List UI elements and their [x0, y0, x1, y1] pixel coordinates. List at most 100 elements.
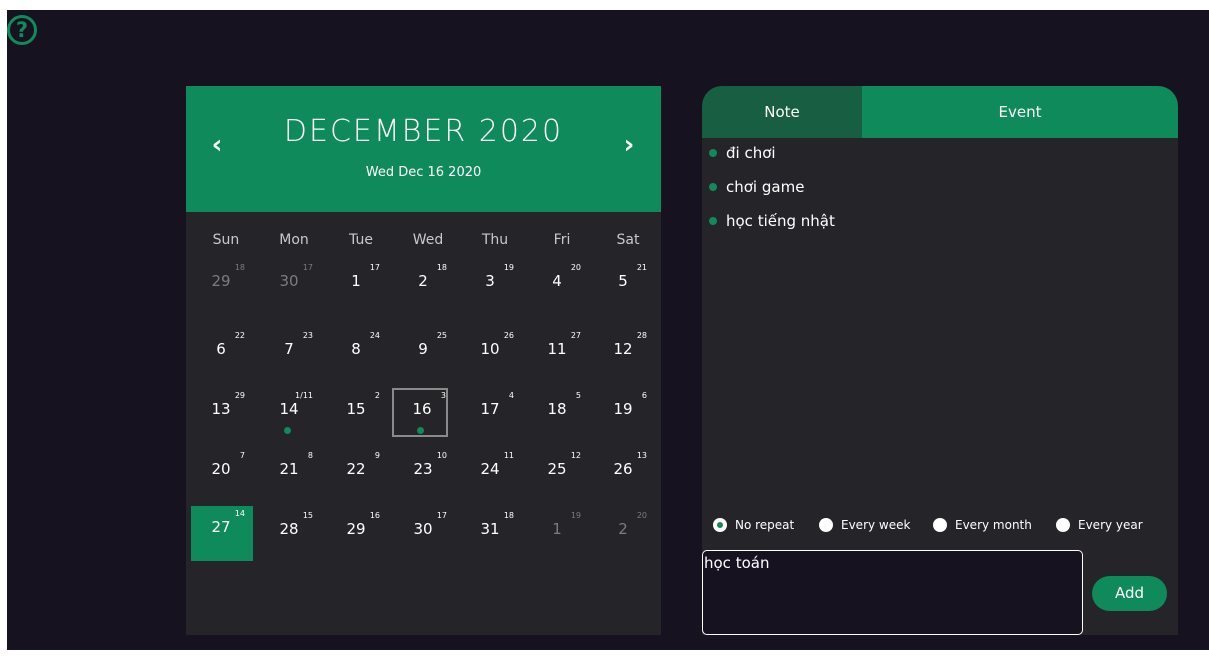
calendar-day[interactable]: 24 11 — [460, 448, 522, 498]
lunar-date: 6 — [641, 391, 647, 400]
calendar-day[interactable]: 26 13 — [593, 448, 655, 498]
calendar-day[interactable]: 1 17 — [326, 260, 388, 310]
calendar-day[interactable]: 10 26 — [460, 328, 522, 378]
lunar-date: 14 — [234, 509, 245, 518]
calendar: ‹ DECEMBER 2020 Wed Dec 16 2020 › Sun Mon… — [186, 86, 661, 635]
calendar-day[interactable]: 25 12 — [527, 448, 589, 498]
lunar-date: 20 — [570, 263, 581, 272]
calendar-day[interactable]: 28 15 — [259, 508, 321, 558]
month-title: DECEMBER 2020 — [283, 114, 564, 149]
event-text: chơi game — [726, 178, 805, 196]
lunar-date: 28 — [636, 331, 647, 340]
lunar-date: 27 — [570, 331, 581, 340]
lunar-date: 23 — [302, 331, 313, 340]
repeat-option-label: No repeat — [735, 518, 795, 532]
add-button[interactable]: Add — [1092, 576, 1167, 611]
tab-note[interactable]: Note — [702, 86, 862, 138]
event-text: học tiếng nhật — [726, 212, 835, 230]
calendar-day[interactable]: 23 10 — [393, 448, 455, 498]
calendar-day[interactable]: 31 18 — [460, 508, 522, 558]
lunar-date: 1/11 — [295, 391, 313, 400]
calendar-day[interactable]: 13 29 — [191, 388, 253, 438]
calendar-day[interactable]: 22 9 — [326, 448, 388, 498]
calendar-day[interactable]: 6 22 — [191, 328, 253, 378]
event-dot — [417, 427, 424, 434]
calendar-day[interactable]: 218 — [393, 260, 455, 310]
lunar-date: 9 — [374, 451, 380, 460]
lunar-date: 5 — [575, 391, 581, 400]
event-dot — [284, 427, 291, 434]
day-number: 16 — [412, 400, 432, 418]
calendar-day[interactable]: 14 1/11 — [259, 388, 321, 438]
day-number: 21 — [279, 460, 299, 478]
calendar-day[interactable]: 7 23 — [259, 328, 321, 378]
calendar-day[interactable]: 29 18 — [191, 260, 253, 310]
calendar-day[interactable]: 8 24 — [326, 328, 388, 378]
lunar-date: 17 — [369, 263, 380, 272]
day-number: 20 — [211, 460, 231, 478]
radio-icon[interactable] — [1056, 518, 1070, 532]
day-number: 29 — [211, 272, 231, 290]
calendar-day[interactable]: 3 19 — [460, 260, 522, 310]
calendar-day[interactable]: 18 5 — [527, 388, 589, 438]
calendar-day[interactable]: 15 2 — [326, 388, 388, 438]
day-number: 11 — [547, 340, 567, 358]
day-number: 30 — [413, 520, 433, 538]
day-number: 12 — [613, 340, 633, 358]
day-number: 5 — [618, 272, 628, 290]
calendar-day[interactable]: 20 7 — [191, 448, 253, 498]
radio-icon[interactable] — [713, 518, 727, 532]
event-input[interactable] — [702, 550, 1083, 635]
calendar-day[interactable]: 9 25 — [393, 328, 455, 378]
calendar-day[interactable]: 30 17 — [393, 508, 455, 558]
lunar-date: 24 — [369, 331, 380, 340]
lunar-date: 29 — [234, 391, 245, 400]
help-icon[interactable]: ? — [7, 15, 37, 45]
calendar-day[interactable]: 11 27 — [527, 328, 589, 378]
lunar-date: 15 — [302, 511, 313, 520]
day-number: 22 — [346, 460, 366, 478]
lunar-date: 2 — [374, 391, 380, 400]
next-month-button[interactable]: › — [614, 130, 644, 160]
tab-event[interactable]: Event — [862, 86, 1178, 138]
calendar-day[interactable]: 29 16 — [326, 508, 388, 558]
calendar-day[interactable]: 17 4 — [460, 388, 522, 438]
calendar-day[interactable]: 12 28 — [593, 328, 655, 378]
calendar-day[interactable]: 16 3 — [392, 388, 454, 438]
weekday-label: Sun — [212, 232, 240, 248]
bullet-icon — [709, 149, 717, 157]
calendar-day[interactable]: 1 19 — [527, 508, 589, 558]
lunar-date: 4 — [508, 391, 514, 400]
lunar-date: 7 — [239, 451, 245, 460]
day-number: 10 — [480, 340, 500, 358]
lunar-date: 11 — [503, 451, 514, 460]
radio-icon[interactable] — [933, 518, 947, 532]
day-number: 6 — [216, 340, 226, 358]
calendar-day[interactable]: 30 17 — [259, 260, 321, 310]
day-number: 28 — [279, 520, 299, 538]
weekday-label: Mon — [279, 232, 309, 248]
repeat-option-label: Every year — [1078, 518, 1143, 532]
calendar-day[interactable]: 2 20 — [593, 508, 655, 558]
lunar-date: 12 — [570, 451, 581, 460]
day-number: 3 — [485, 272, 495, 290]
lunar-date: 18 — [503, 511, 514, 520]
radio-icon[interactable] — [819, 518, 833, 532]
day-number: 4 — [552, 272, 562, 290]
day-number: 2 — [618, 520, 628, 538]
calendar-day[interactable]: 19 6 — [593, 388, 655, 438]
lunar-date: 18 — [234, 263, 245, 272]
lunar-date: 17 — [436, 511, 447, 520]
day-number: 14 — [279, 400, 299, 418]
calendar-day[interactable]: 4 20 — [527, 260, 589, 310]
calendar-day[interactable]: 218 — [259, 448, 321, 498]
calendar-day[interactable]: 27 14 — [191, 506, 253, 561]
weekday-label: Fri — [553, 232, 571, 248]
day-number: 17 — [480, 400, 500, 418]
lunar-date: 10 — [436, 451, 447, 460]
lunar-date: 16 — [369, 511, 380, 520]
day-number: 2 — [418, 272, 428, 290]
day-number: 15 — [346, 400, 366, 418]
day-number: 13 — [211, 400, 231, 418]
calendar-day[interactable]: 5 21 — [593, 260, 655, 310]
